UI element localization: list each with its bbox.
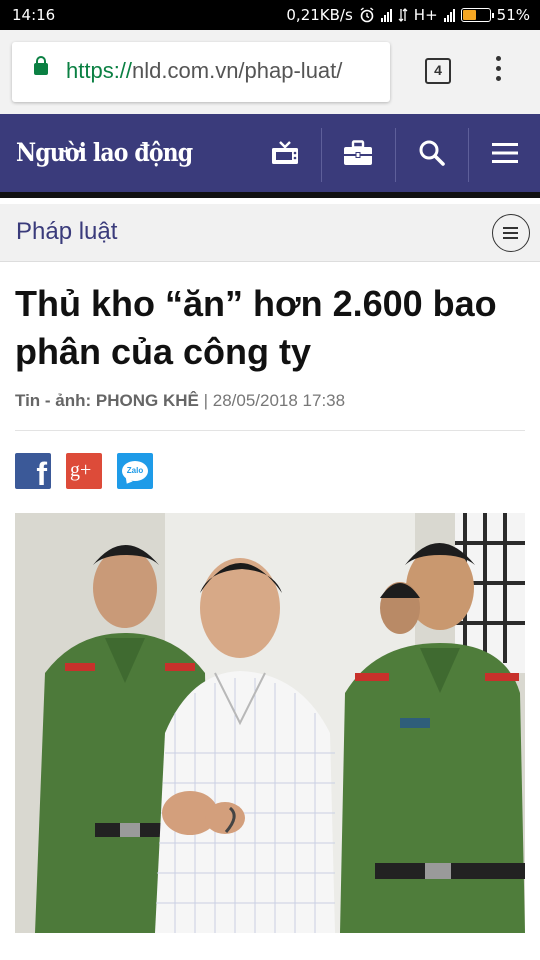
zalo-share-button[interactable]: Zalo — [117, 453, 153, 489]
tab-switcher-button[interactable]: 4 — [425, 58, 451, 84]
section-bar: Pháp luật — [0, 204, 540, 262]
googleplus-icon: g+ — [70, 459, 92, 481]
status-time: 14:16 — [12, 6, 56, 24]
googleplus-share-button[interactable]: g+ — [66, 453, 102, 489]
article-photo[interactable] — [15, 513, 525, 933]
facebook-icon: f — [36, 456, 47, 492]
alarm-icon — [360, 7, 374, 23]
article-date: 28/05/2018 17:38 — [212, 391, 346, 410]
url-path: nld.com.vn/phap-luat/ — [132, 58, 343, 83]
article-headline: Thủ kho “ăn” hơn 2.600 bao phân của công… — [15, 283, 497, 372]
lock-icon — [34, 56, 48, 75]
byline-author: Tin - ảnh: PHONG KHÊ — [15, 391, 199, 410]
byline-divider — [15, 430, 525, 431]
status-indicators: 0,21KB/s H+ 51% — [286, 6, 530, 24]
data-transfer-icon — [398, 8, 408, 22]
network-speed: 0,21KB/s — [286, 6, 353, 24]
search-icon[interactable] — [396, 114, 468, 192]
hamburger-menu-icon[interactable] — [469, 114, 540, 192]
briefcase-icon[interactable] — [322, 114, 394, 192]
signal-icon — [380, 8, 392, 22]
browser-toolbar: https://nld.com.vn/phap-luat/ 4 — [0, 30, 540, 114]
site-header: Người lao động — [0, 114, 540, 198]
battery-icon — [460, 8, 494, 22]
site-logo[interactable]: Người lao động — [16, 138, 193, 167]
browser-menu-icon[interactable] — [493, 56, 503, 86]
section-title[interactable]: Pháp luật — [16, 218, 117, 246]
address-bar[interactable]: https://nld.com.vn/phap-luat/ — [12, 42, 390, 102]
section-menu-icon[interactable] — [492, 214, 530, 252]
article-byline: Tin - ảnh: PHONG KHÊ | 28/05/2018 17:38 — [15, 391, 345, 411]
battery-percent: 51% — [496, 6, 530, 24]
zalo-icon: Zalo — [122, 461, 148, 481]
url-text[interactable]: https://nld.com.vn/phap-luat/ — [66, 58, 342, 84]
byline-separator: | — [198, 391, 213, 410]
url-scheme: https:// — [66, 58, 133, 83]
tv-icon[interactable] — [249, 114, 321, 192]
network-type: H+ — [413, 6, 438, 24]
facebook-share-button[interactable]: f — [15, 453, 51, 492]
status-bar: 14:16 0,21KB/s H+ 51% — [0, 0, 540, 30]
signal-icon-2 — [443, 8, 455, 22]
